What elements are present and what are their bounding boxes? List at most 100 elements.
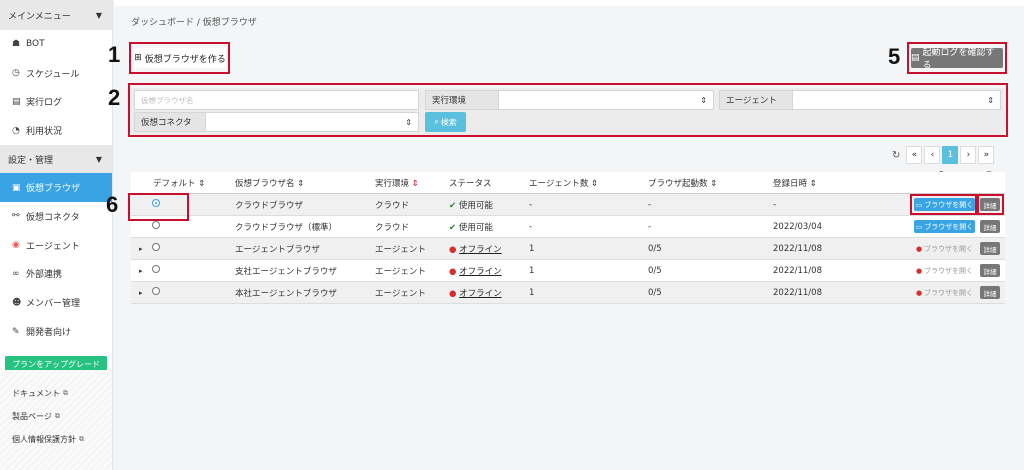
wrench-icon: ✎ bbox=[12, 326, 20, 337]
sidebar-item-virtual-browser[interactable]: ▣ 仮想ブラウザ bbox=[0, 173, 112, 202]
default-radio[interactable] bbox=[152, 265, 160, 276]
main-menu-header[interactable]: メインメニュー ▼ bbox=[0, 0, 112, 30]
col-date[interactable]: 登録日時 ⇕ bbox=[773, 177, 817, 189]
product-page-link[interactable]: 製品ページ ⧉ bbox=[0, 405, 112, 428]
cell-name: 支社エージェントブラウザ bbox=[235, 266, 337, 277]
annotation-number-5: 5 bbox=[888, 44, 901, 69]
settings-header[interactable]: 設定・管理 ▼ bbox=[0, 145, 112, 174]
detail-button[interactable]: 詳細 bbox=[980, 264, 1000, 277]
status-text: 使用可能 bbox=[458, 222, 493, 233]
next-page-button[interactable]: › bbox=[960, 146, 977, 164]
annotation-box-2 bbox=[128, 83, 1008, 137]
plus-square-icon: ⊞ bbox=[134, 53, 142, 63]
alert-circle-icon: ● bbox=[915, 266, 923, 275]
table-row: クラウドブラウザ クラウド ✔ 使用可能 - - - ▭ ブラウザを開く 詳細 bbox=[131, 194, 1005, 216]
open-label: ブラウザを開く bbox=[924, 288, 974, 297]
first-page-button[interactable]: « bbox=[906, 146, 923, 164]
sidebar-item-usage[interactable]: ◔ 利用状況 bbox=[0, 116, 112, 145]
sidebar-item-label: 仮想コネクタ bbox=[26, 212, 80, 223]
offline-link[interactable]: オフライン bbox=[459, 267, 502, 277]
alert-circle-icon: ● bbox=[449, 288, 457, 299]
log-button-label: 起動ログを確認する bbox=[922, 48, 995, 71]
sidebar-item-bot[interactable]: ☗ BOT bbox=[0, 30, 112, 59]
col-default[interactable]: デフォルト ⇕ bbox=[153, 177, 205, 189]
sidebar-item-label: 開発者向け bbox=[26, 328, 72, 339]
annotation-number-2: 2 bbox=[108, 85, 121, 110]
col-name[interactable]: 仮想ブラウザ名 ⇕ bbox=[235, 177, 304, 189]
expand-caret-icon[interactable]: ▸ bbox=[139, 245, 143, 253]
detail-button[interactable]: 詳細 bbox=[980, 220, 1000, 233]
cell-date: 2022/11/08 bbox=[773, 243, 822, 254]
check-circle-icon: ✔ bbox=[449, 222, 457, 233]
cell-launches: 0/5 bbox=[648, 243, 662, 254]
sidebar-item-members[interactable]: ☻ メンバー管理 bbox=[0, 288, 112, 317]
privacy-link-label: 個人情報保護方針 bbox=[12, 434, 76, 444]
connector-icon: ⚯ bbox=[12, 211, 20, 222]
cell-name: クラウドブラウザ（標準） bbox=[235, 222, 338, 233]
sidebar-item-schedule[interactable]: ◷ スケジュール bbox=[0, 59, 112, 88]
radio-icon bbox=[152, 243, 160, 251]
sidebar-item-developer[interactable]: ✎ 開発者向け bbox=[0, 317, 112, 346]
cell-env: エージェント bbox=[375, 244, 426, 255]
default-radio[interactable] bbox=[152, 287, 160, 298]
default-radio[interactable] bbox=[152, 221, 160, 232]
sidebar-item-logs[interactable]: ▤ 実行ログ bbox=[0, 88, 112, 117]
offline-link[interactable]: オフライン bbox=[459, 289, 502, 299]
detail-button[interactable]: 詳細 bbox=[980, 286, 1000, 299]
cell-date: 2022/11/08 bbox=[773, 265, 822, 276]
cell-agents: 1 bbox=[529, 265, 535, 276]
open-label: ブラウザを開く bbox=[924, 266, 974, 275]
docs-link[interactable]: ドキュメント ⧉ bbox=[0, 382, 112, 405]
open-browser-button-disabled: ● ブラウザを開く bbox=[914, 286, 975, 299]
expand-caret-icon[interactable]: ▸ bbox=[139, 267, 143, 275]
open-label: ブラウザを開く bbox=[924, 244, 974, 253]
sort-icon: ⇕ bbox=[411, 178, 419, 189]
alert-circle-icon: ● bbox=[449, 244, 457, 255]
external-link-icon: ⧉ bbox=[63, 388, 68, 397]
chart-pie-icon: ◔ bbox=[12, 125, 20, 136]
cell-agents: 1 bbox=[529, 243, 535, 254]
expand-caret-icon[interactable]: ▸ bbox=[139, 289, 143, 297]
privacy-policy-link[interactable]: 個人情報保護方針 ⧉ bbox=[0, 428, 112, 451]
col-agents[interactable]: エージェント数 ⇕ bbox=[529, 177, 598, 189]
page-current-button[interactable]: 1 bbox=[942, 146, 959, 164]
col-env[interactable]: 実行環境 ⇕ bbox=[375, 177, 419, 189]
alert-circle-icon: ● bbox=[915, 244, 923, 253]
browser-table: デフォルト ⇕ 仮想ブラウザ名 ⇕ 実行環境 ⇕ ステータス エージェント数 ⇕… bbox=[131, 172, 1005, 304]
annotation-box-4 bbox=[910, 194, 977, 215]
create-virtual-browser-button[interactable]: ⊞ 仮想ブラウザを作る bbox=[134, 48, 226, 68]
cell-status: ● オフライン bbox=[449, 287, 502, 299]
open-browser-button[interactable]: ▭ ブラウザを開く bbox=[914, 220, 975, 233]
table-row: ▸ エージェントブラウザ エージェント ● オフライン 1 0/5 2022/1… bbox=[131, 238, 1005, 260]
table-row: ▸ 支社エージェントブラウザ エージェント ● オフライン 1 0/5 2022… bbox=[131, 260, 1005, 282]
detail-button[interactable]: 詳細 bbox=[980, 242, 1000, 255]
sidebar-item-virtual-connector[interactable]: ⚯ 仮想コネクタ bbox=[0, 202, 112, 231]
offline-link[interactable]: オフライン bbox=[459, 245, 502, 255]
sidebar-item-agent[interactable]: ◉ エージェント bbox=[0, 231, 112, 260]
docs-link-label: ドキュメント bbox=[12, 388, 60, 398]
external-link-icon: ⧉ bbox=[79, 434, 84, 443]
view-launch-log-button[interactable]: ▤ 起動ログを確認する bbox=[911, 48, 1003, 71]
col-label: 登録日時 bbox=[773, 178, 808, 189]
radio-icon bbox=[152, 287, 160, 295]
cell-agents: - bbox=[529, 221, 533, 232]
prev-page-button[interactable]: ‹ bbox=[924, 146, 941, 164]
last-page-button[interactable]: » bbox=[978, 146, 995, 164]
cell-env: エージェント bbox=[375, 288, 426, 299]
cell-launches: - bbox=[648, 199, 652, 210]
sidebar-item-integration[interactable]: ∞ 外部連携 bbox=[0, 260, 112, 289]
cell-status: ● オフライン bbox=[449, 265, 502, 277]
refresh-icon[interactable]: ↻ bbox=[892, 150, 900, 161]
cell-env: クラウド bbox=[375, 222, 410, 233]
sidebar-item-label: エージェント bbox=[26, 241, 80, 252]
default-radio[interactable] bbox=[152, 243, 160, 254]
sidebar-item-label: 利用状況 bbox=[26, 127, 63, 138]
annotation-number-6: 6 bbox=[106, 192, 119, 217]
col-launches[interactable]: ブラウザ起動数 ⇕ bbox=[648, 177, 717, 189]
sidebar-item-label: BOT bbox=[26, 39, 45, 50]
col-label: エージェント数 bbox=[529, 178, 589, 189]
radio-icon bbox=[152, 265, 160, 273]
sidebar-item-label: 外部連携 bbox=[26, 270, 63, 281]
robot-icon: ☗ bbox=[12, 39, 21, 50]
chevron-down-icon: ▼ bbox=[95, 10, 102, 20]
